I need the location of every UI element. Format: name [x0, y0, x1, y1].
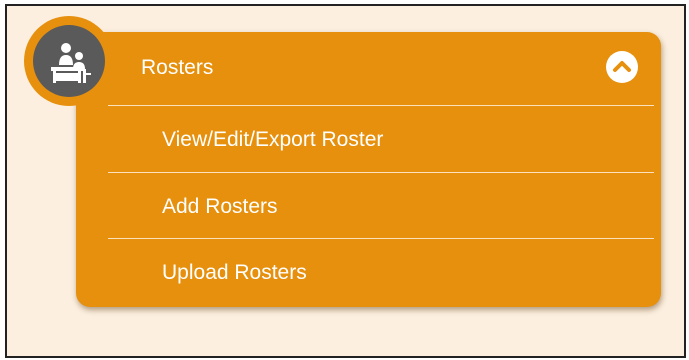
menu-item-label: Add Rosters: [162, 195, 278, 218]
menu-item-label: View/Edit/Export Roster: [162, 128, 384, 151]
menu-item-add-rosters[interactable]: Add Rosters: [76, 173, 661, 239]
chevron-up-icon[interactable]: [606, 51, 638, 83]
rosters-menu-header[interactable]: Rosters: [76, 32, 661, 104]
rosters-menu-title: Rosters: [141, 56, 214, 79]
rosters-menu-panel: Rosters View/Edit/Export Roster Add Rost…: [76, 32, 661, 307]
menu-item-upload-rosters[interactable]: Upload Rosters: [76, 239, 661, 305]
teacher-desk-icon: [33, 25, 105, 97]
menu-item-label: Upload Rosters: [162, 261, 307, 284]
menu-item-view-edit-export-roster[interactable]: View/Edit/Export Roster: [76, 106, 661, 172]
